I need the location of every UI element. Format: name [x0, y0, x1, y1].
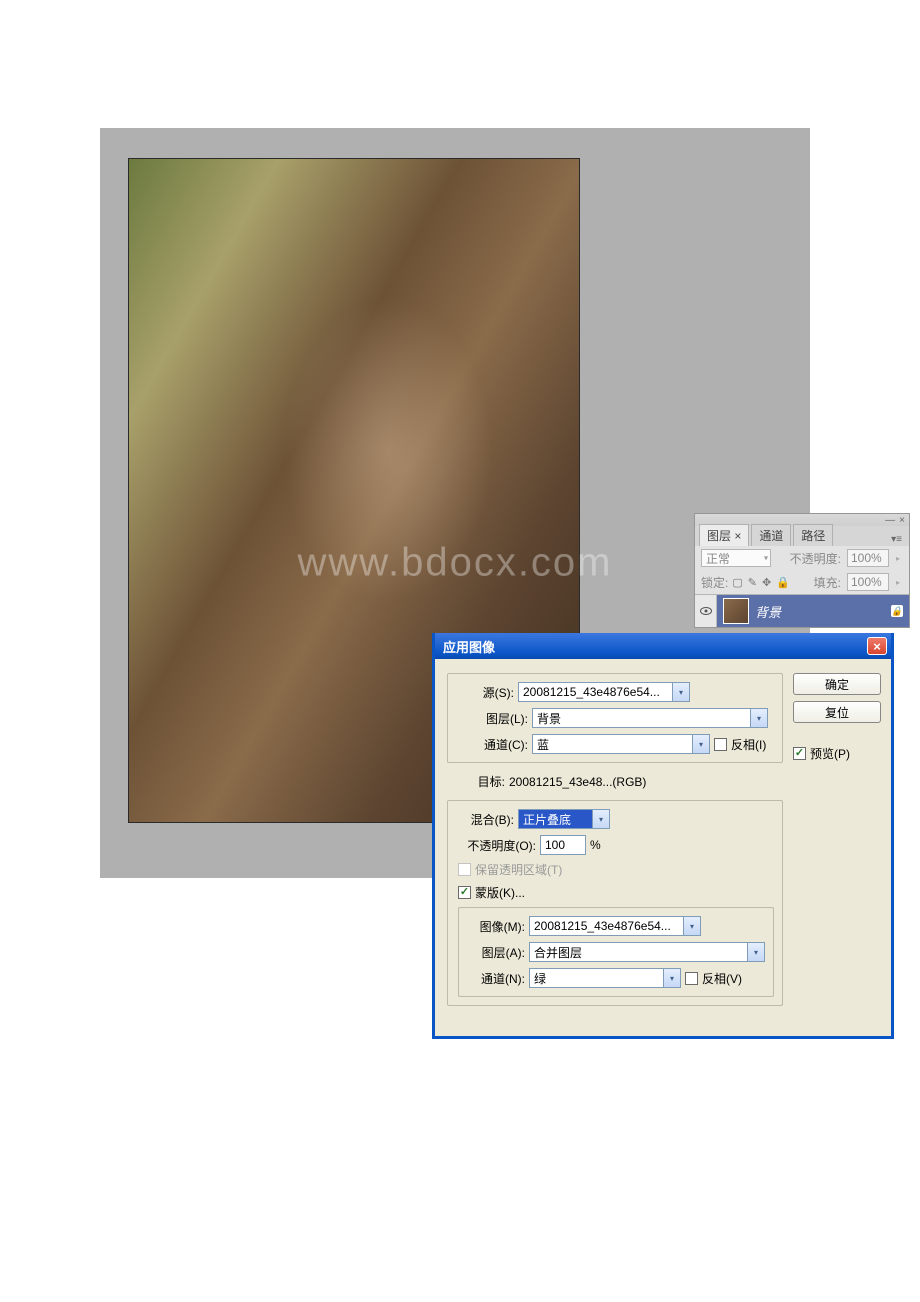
- visibility-toggle[interactable]: [695, 595, 717, 627]
- opacity-flyout-icon[interactable]: ▸: [893, 554, 903, 563]
- mask-checkbox[interactable]: ✓: [458, 886, 471, 899]
- source-invert-label: 反相(I): [731, 736, 766, 753]
- source-value: 20081215_43e4876e54...: [523, 685, 672, 699]
- source-invert-checkbox[interactable]: [714, 738, 727, 751]
- source-layer-value: 背景: [537, 710, 750, 727]
- blend-opacity-value: 100: [545, 838, 565, 852]
- workspace: www.bdocx.com — × 图层 × 通道 路径 ▾≡ 正常 ▾ 不透明…: [100, 128, 810, 878]
- tab-layers[interactable]: 图层 ×: [699, 524, 749, 546]
- chevron-down-icon: ▾: [750, 709, 767, 727]
- source-channel-value: 蓝: [537, 736, 692, 753]
- blend-opacity-label: 不透明度(O):: [458, 837, 536, 854]
- blend-label: 混合(B):: [458, 811, 514, 828]
- chevron-down-icon: ▾: [764, 554, 768, 563]
- eye-icon: [700, 607, 712, 615]
- chevron-down-icon: ▾: [747, 943, 764, 961]
- lock-icons: ▢ ✎ ✥ 🔒: [732, 576, 790, 589]
- preview-label: 预览(P): [810, 745, 850, 762]
- preview-checkbox[interactable]: ✓: [793, 747, 806, 760]
- mask-layer-select[interactable]: 合并图层 ▾: [529, 942, 765, 962]
- opacity-value[interactable]: 100%: [847, 549, 889, 567]
- panel-close-icon[interactable]: ×: [899, 515, 905, 526]
- ok-button[interactable]: 确定: [793, 673, 881, 695]
- chevron-down-icon: ▾: [592, 810, 609, 828]
- source-layer-select[interactable]: 背景 ▾: [532, 708, 768, 728]
- chevron-down-icon: ▾: [663, 969, 680, 987]
- mask-channel-label: 通道(N):: [469, 970, 525, 987]
- dialog-titlebar[interactable]: 应用图像 ×: [435, 633, 891, 659]
- chevron-down-icon: ▾: [672, 683, 689, 701]
- panel-tabs: 图层 × 通道 路径 ▾≡: [695, 526, 909, 546]
- layer-thumbnail[interactable]: [723, 598, 749, 624]
- layer-name: 背景: [755, 602, 781, 621]
- blend-select[interactable]: 正片叠底 ▾: [518, 809, 610, 829]
- lock-transparent-icon[interactable]: ▢: [732, 576, 742, 589]
- lock-all-icon[interactable]: 🔒: [776, 576, 790, 589]
- source-select[interactable]: 20081215_43e4876e54... ▾: [518, 682, 690, 702]
- mask-image-value: 20081215_43e4876e54...: [534, 919, 683, 933]
- mask-invert-checkbox[interactable]: [685, 972, 698, 985]
- mask-image-select[interactable]: 20081215_43e4876e54... ▾: [529, 916, 701, 936]
- chevron-down-icon: ▾: [692, 735, 709, 753]
- layers-panel: — × 图层 × 通道 路径 ▾≡ 正常 ▾ 不透明度: 100% ▸ 锁定: …: [694, 513, 910, 628]
- blend-value: 正片叠底: [523, 811, 592, 828]
- source-channel-select[interactable]: 蓝 ▾: [532, 734, 710, 754]
- opacity-label: 不透明度:: [790, 550, 841, 567]
- mask-group: 图像(M): 20081215_43e4876e54... ▾ 图层(A): 合…: [458, 907, 774, 997]
- mask-invert-label: 反相(V): [702, 970, 742, 987]
- preserve-trans-checkbox: [458, 863, 471, 876]
- blending-group: 混合(B): 正片叠底 ▾ 不透明度(O): 100 % 保留透明区域(T): [447, 800, 783, 1006]
- mask-channel-value: 绿: [534, 970, 663, 987]
- blend-opacity-input[interactable]: 100: [540, 835, 586, 855]
- apply-image-dialog: 应用图像 × 源(S): 20081215_43e4876e54... ▾ 图层…: [432, 633, 894, 1039]
- target-value: 20081215_43e48...(RGB): [509, 775, 646, 789]
- panel-minimize-icon[interactable]: —: [885, 515, 895, 526]
- reset-button[interactable]: 复位: [793, 701, 881, 723]
- dialog-title: 应用图像: [443, 637, 495, 656]
- percent-sign: %: [590, 838, 601, 852]
- chevron-down-icon: ▾: [683, 917, 700, 935]
- blend-mode-select[interactable]: 正常 ▾: [701, 549, 771, 567]
- tab-channels[interactable]: 通道: [751, 524, 791, 546]
- blend-mode-value: 正常: [706, 550, 730, 567]
- layer-row-bg[interactable]: 背景 🔒: [695, 595, 909, 627]
- lock-label: 锁定:: [701, 574, 728, 591]
- panel-menu-icon[interactable]: ▾≡: [888, 533, 905, 546]
- lock-brush-icon[interactable]: ✎: [748, 576, 757, 589]
- dialog-close-button[interactable]: ×: [867, 637, 887, 655]
- tab-paths[interactable]: 路径: [793, 524, 833, 546]
- target-label: 目标:: [449, 773, 505, 790]
- source-group: 源(S): 20081215_43e4876e54... ▾ 图层(L): 背景…: [447, 673, 783, 763]
- source-label: 源(S):: [458, 684, 514, 701]
- fill-flyout-icon[interactable]: ▸: [893, 578, 903, 587]
- mask-image-label: 图像(M):: [469, 918, 525, 935]
- lock-move-icon[interactable]: ✥: [762, 576, 771, 589]
- preserve-trans-label: 保留透明区域(T): [475, 861, 562, 878]
- mask-channel-select[interactable]: 绿 ▾: [529, 968, 681, 988]
- layer-list: 背景 🔒: [695, 594, 909, 627]
- source-channel-label: 通道(C):: [458, 736, 528, 753]
- mask-layer-value: 合并图层: [534, 944, 747, 961]
- fill-label: 填充:: [814, 574, 841, 591]
- mask-label: 蒙版(K)...: [475, 884, 525, 901]
- layer-lock-icon: 🔒: [891, 605, 903, 617]
- source-layer-label: 图层(L):: [458, 710, 528, 727]
- mask-layer-label: 图层(A):: [469, 944, 525, 961]
- fill-value[interactable]: 100%: [847, 573, 889, 591]
